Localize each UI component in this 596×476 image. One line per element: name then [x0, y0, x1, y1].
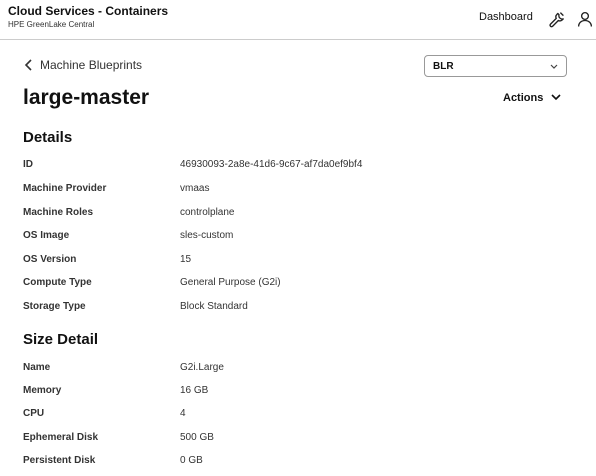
- region-select[interactable]: BLR: [424, 55, 567, 77]
- size-value: 500 GB: [180, 432, 214, 443]
- detail-value: vmaas: [180, 183, 210, 194]
- actions-label: Actions: [503, 92, 544, 104]
- detail-row-os-version: OS Version 15: [23, 254, 573, 270]
- user-icon[interactable]: [575, 9, 595, 29]
- detail-row-compute-type: Compute Type General Purpose (G2i): [23, 277, 573, 293]
- page-title: large-master: [23, 86, 150, 109]
- detail-label: Machine Roles: [23, 207, 94, 218]
- size-row-cpu: CPU 4: [23, 408, 573, 424]
- size-detail-title: Size Detail: [23, 331, 99, 348]
- detail-value: sles-custom: [180, 230, 234, 241]
- size-label: Ephemeral Disk: [23, 432, 99, 443]
- detail-label: OS Version: [23, 254, 77, 265]
- detail-label: Machine Provider: [23, 183, 107, 194]
- detail-row-machine-roles: Machine Roles controlplane: [23, 207, 573, 223]
- size-value: 16 GB: [180, 385, 209, 396]
- chevron-down-icon: [550, 62, 558, 73]
- size-value: 4: [180, 408, 186, 419]
- top-bar: Cloud Services - Containers HPE GreenLak…: [0, 0, 596, 40]
- size-row-ephemeral-disk: Ephemeral Disk 500 GB: [23, 432, 573, 448]
- size-label: Memory: [23, 385, 62, 396]
- app-subtitle: HPE GreenLake Central: [8, 20, 95, 29]
- size-label: Name: [23, 362, 51, 373]
- details-title: Details: [23, 129, 73, 146]
- detail-value: Block Standard: [180, 301, 248, 312]
- detail-value: General Purpose (G2i): [180, 277, 281, 288]
- actions-menu-button[interactable]: Actions: [503, 92, 561, 104]
- back-link[interactable]: Machine Blueprints: [24, 58, 142, 72]
- size-value: G2i.Large: [180, 362, 224, 373]
- detail-row-storage-type: Storage Type Block Standard: [23, 301, 573, 317]
- detail-row-id: ID 46930093-2a8e-41d6-9c67-af7da0ef9bf4: [23, 159, 573, 175]
- detail-label: OS Image: [23, 230, 70, 241]
- dashboard-link[interactable]: Dashboard: [479, 11, 533, 23]
- region-select-value: BLR: [433, 61, 454, 72]
- wrench-icon[interactable]: [547, 9, 567, 29]
- size-row-persistent-disk: Persistent Disk 0 GB: [23, 455, 573, 471]
- detail-value: 15: [180, 254, 192, 265]
- detail-label: Storage Type: [23, 301, 86, 312]
- detail-value: controlplane: [180, 207, 235, 218]
- size-value: 0 GB: [180, 455, 203, 466]
- detail-value: 46930093-2a8e-41d6-9c67-af7da0ef9bf4: [180, 159, 363, 170]
- back-link-label: Machine Blueprints: [40, 58, 143, 72]
- chevron-down-icon: [551, 92, 561, 104]
- size-label: Persistent Disk: [23, 455, 96, 466]
- detail-row-os-image: OS Image sles-custom: [23, 230, 573, 246]
- size-row-name: Name G2i.Large: [23, 362, 573, 378]
- size-row-memory: Memory 16 GB: [23, 385, 573, 401]
- app-title: Cloud Services - Containers: [8, 4, 169, 18]
- detail-row-machine-provider: Machine Provider vmaas: [23, 183, 573, 199]
- detail-label: Compute Type: [23, 277, 92, 288]
- chevron-left-icon: [24, 59, 34, 71]
- size-label: CPU: [23, 408, 45, 419]
- detail-label: ID: [23, 159, 33, 170]
